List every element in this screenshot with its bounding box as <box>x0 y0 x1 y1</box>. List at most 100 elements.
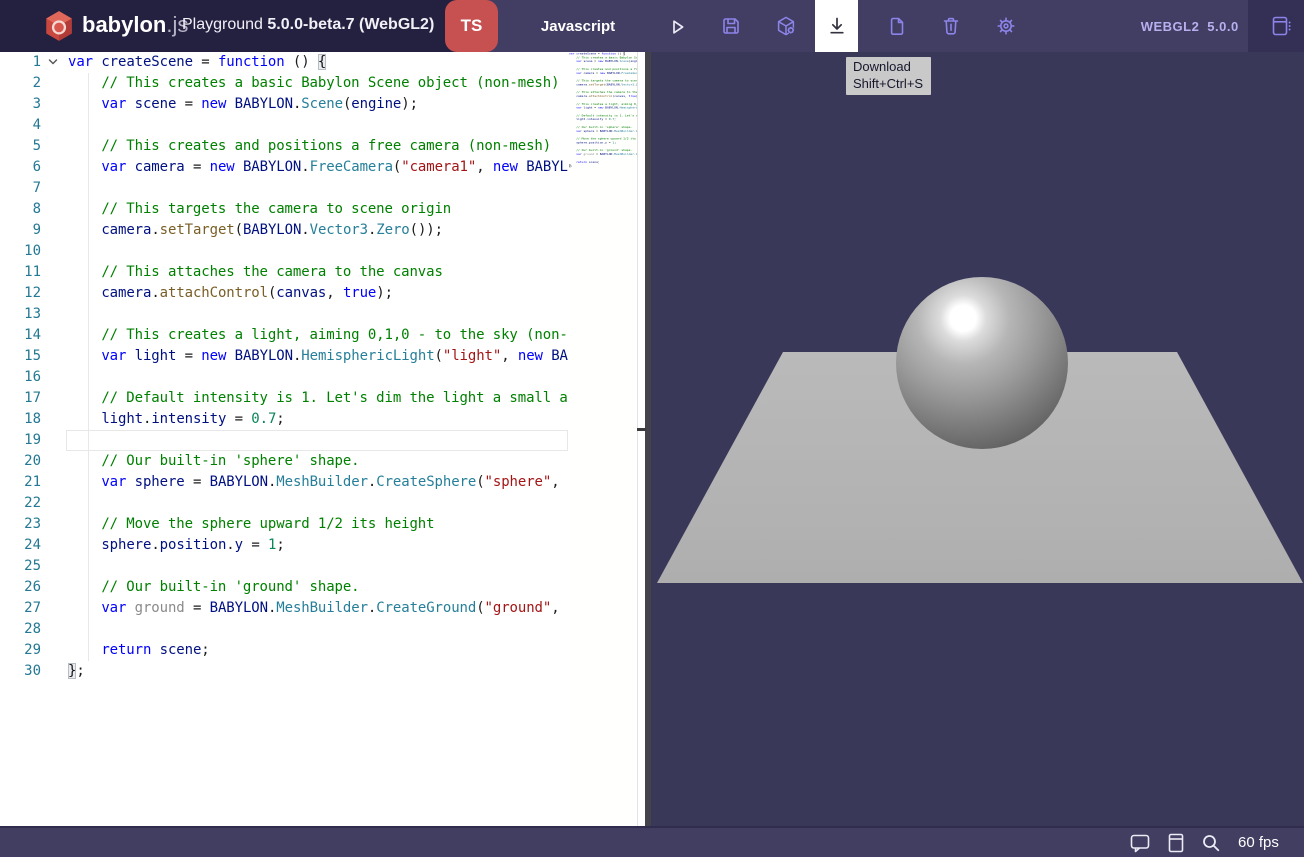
code-text: // Move the sphere upward 1/2 its height <box>68 514 568 535</box>
comments-button[interactable] <box>1128 831 1152 855</box>
splitter-drag-handle[interactable] <box>637 428 646 431</box>
code-line[interactable]: 8 // This targets the camera to scene or… <box>0 199 645 220</box>
code-line[interactable]: 24 sphere.position.y = 1; <box>0 535 645 556</box>
code-line[interactable]: 19 <box>0 430 645 451</box>
code-text: var sphere = BABYLON.MeshBuilder.CreateS… <box>68 472 568 493</box>
code-line[interactable]: 13 <box>0 304 645 325</box>
line-number: 26 <box>0 577 41 598</box>
code-editor[interactable]: 1var createScene = function () {2 // Thi… <box>0 52 645 826</box>
play-icon <box>665 14 689 38</box>
top-toolbar: babylon.js Playground 5.0.0-beta.7 (WebG… <box>0 0 1304 52</box>
minimap-line: camera.setTarget(BABYLON.Vector3.Zero())… <box>569 83 637 87</box>
code-text: return scene; <box>68 640 568 661</box>
code-line[interactable]: 5 // This creates and positions a free c… <box>0 136 645 157</box>
line-number: 2 <box>0 73 41 94</box>
line-number: 6 <box>0 157 41 178</box>
code-line[interactable]: 26 // Our built-in 'ground' shape. <box>0 577 645 598</box>
comment-icon <box>1128 831 1152 855</box>
brand-area: babylon.js Playground 5.0.0-beta.7 (WebG… <box>0 0 471 52</box>
line-number: 13 <box>0 304 41 325</box>
line-number: 29 <box>0 640 41 661</box>
babylon-playground-window: babylon.js Playground 5.0.0-beta.7 (WebG… <box>0 0 1304 857</box>
code-text: // This creates and positions a free cam… <box>68 136 568 157</box>
line-number: 19 <box>0 430 41 451</box>
typescript-toggle-button[interactable]: TS <box>445 0 498 52</box>
code-line[interactable]: 9 camera.setTarget(BABYLON.Vector3.Zero(… <box>0 220 645 241</box>
code-line[interactable]: 18 light.intensity = 0.7; <box>0 409 645 430</box>
code-text: // This creates a basic Babylon Scene ob… <box>68 73 568 94</box>
gear-icon <box>994 14 1018 38</box>
code-text: // Our built-in 'ground' shape. <box>68 577 568 598</box>
code-text: var ground = BABYLON.MeshBuilder.CreateG… <box>68 598 568 619</box>
line-number: 23 <box>0 514 41 535</box>
fps-counter: 60 fps <box>1238 828 1298 857</box>
code-line[interactable]: 20 // Our built-in 'sphere' shape. <box>0 451 645 472</box>
examples-button[interactable] <box>1269 14 1293 38</box>
search-icon <box>1199 831 1223 855</box>
save-button[interactable] <box>719 14 743 38</box>
code-text: var createScene = function () { <box>68 52 568 73</box>
settings-button[interactable] <box>994 14 1018 38</box>
code-line[interactable]: 1var createScene = function () { <box>0 52 645 73</box>
minimap-line: var light = new BABYLON.HemisphericLight… <box>569 106 637 110</box>
code-line[interactable]: 6 var camera = new BABYLON.FreeCamera("c… <box>0 157 645 178</box>
code-text: // Default intensity is 1. Let's dim the… <box>68 388 568 409</box>
code-line[interactable]: 21 var sphere = BABYLON.MeshBuilder.Crea… <box>0 472 645 493</box>
editor-minimap[interactable]: var createScene = function () { // This … <box>569 52 638 826</box>
code-line[interactable]: 25 <box>0 556 645 577</box>
code-text: light.intensity = 0.7; <box>68 409 568 430</box>
line-number: 16 <box>0 367 41 388</box>
download-button[interactable] <box>815 0 858 52</box>
inspector-cube-icon <box>774 14 798 38</box>
line-number: 3 <box>0 94 41 115</box>
new-playground-button[interactable] <box>885 14 909 38</box>
save-icon <box>719 14 743 38</box>
language-selector[interactable]: Javascript <box>508 0 648 52</box>
fold-chevron-icon[interactable] <box>46 55 60 69</box>
code-line[interactable]: 11 // This attaches the camera to the ca… <box>0 262 645 283</box>
code-line[interactable]: 17 // Default intensity is 1. Let's dim … <box>0 388 645 409</box>
code-line[interactable]: 14 // This creates a light, aiming 0,1,0… <box>0 325 645 346</box>
minimap-line: var scene = new BABYLON.Scene(engine); <box>569 60 637 64</box>
examples-journal-icon <box>1269 14 1293 38</box>
code-text: var camera = new BABYLON.FreeCamera("cam… <box>68 157 568 178</box>
code-line[interactable]: 28 <box>0 619 645 640</box>
minimap-line: camera.attachControl(canvas, true); <box>569 95 637 99</box>
new-file-icon <box>885 14 909 38</box>
code-text: camera.setTarget(BABYLON.Vector3.Zero())… <box>68 220 568 241</box>
docs-book-icon <box>1164 831 1188 855</box>
code-line[interactable]: 23 // Move the sphere upward 1/2 its hei… <box>0 514 645 535</box>
inspect-button[interactable] <box>1199 831 1223 855</box>
line-number: 4 <box>0 115 41 136</box>
minimap-line: var sphere = BABYLON.MeshBuilder.CreateS… <box>569 129 637 133</box>
sphere-mesh <box>896 277 1068 449</box>
code-line[interactable]: 4 <box>0 115 645 136</box>
render-canvas[interactable]: Download Shift+Ctrl+S <box>651 52 1304 826</box>
code-text: // This creates a light, aiming 0,1,0 - … <box>68 325 568 346</box>
code-line[interactable]: 27 var ground = BABYLON.MeshBuilder.Crea… <box>0 598 645 619</box>
line-number: 10 <box>0 241 41 262</box>
code-line[interactable]: 16 <box>0 367 645 388</box>
trash-icon <box>939 14 963 38</box>
line-number: 27 <box>0 598 41 619</box>
code-line[interactable]: 30}; <box>0 661 645 682</box>
code-line[interactable]: 2 // This creates a basic Babylon Scene … <box>0 73 645 94</box>
code-line[interactable]: 7 <box>0 178 645 199</box>
code-line[interactable]: 10 <box>0 241 645 262</box>
code-line[interactable]: 12 camera.attachControl(canvas, true); <box>0 283 645 304</box>
tooltip-title: Download <box>853 58 923 75</box>
line-number: 5 <box>0 136 41 157</box>
engine-version-badge: 5.0.0 <box>1193 0 1253 52</box>
minimap-line: }; <box>569 164 637 168</box>
inspector-button[interactable] <box>774 14 798 38</box>
minimap-line: var camera = new BABYLON.FreeCamera("cam… <box>569 71 637 75</box>
code-line[interactable]: 22 <box>0 493 645 514</box>
code-line[interactable]: 15 var light = new BABYLON.HemisphericLi… <box>0 346 645 367</box>
status-bar: 60 fps <box>0 826 1304 857</box>
run-button[interactable] <box>665 14 689 38</box>
metadata-button[interactable] <box>1164 831 1188 855</box>
code-line[interactable]: 3 var scene = new BABYLON.Scene(engine); <box>0 94 645 115</box>
download-tooltip: Download Shift+Ctrl+S <box>846 57 931 95</box>
code-line[interactable]: 29 return scene; <box>0 640 645 661</box>
clear-button[interactable] <box>939 14 963 38</box>
